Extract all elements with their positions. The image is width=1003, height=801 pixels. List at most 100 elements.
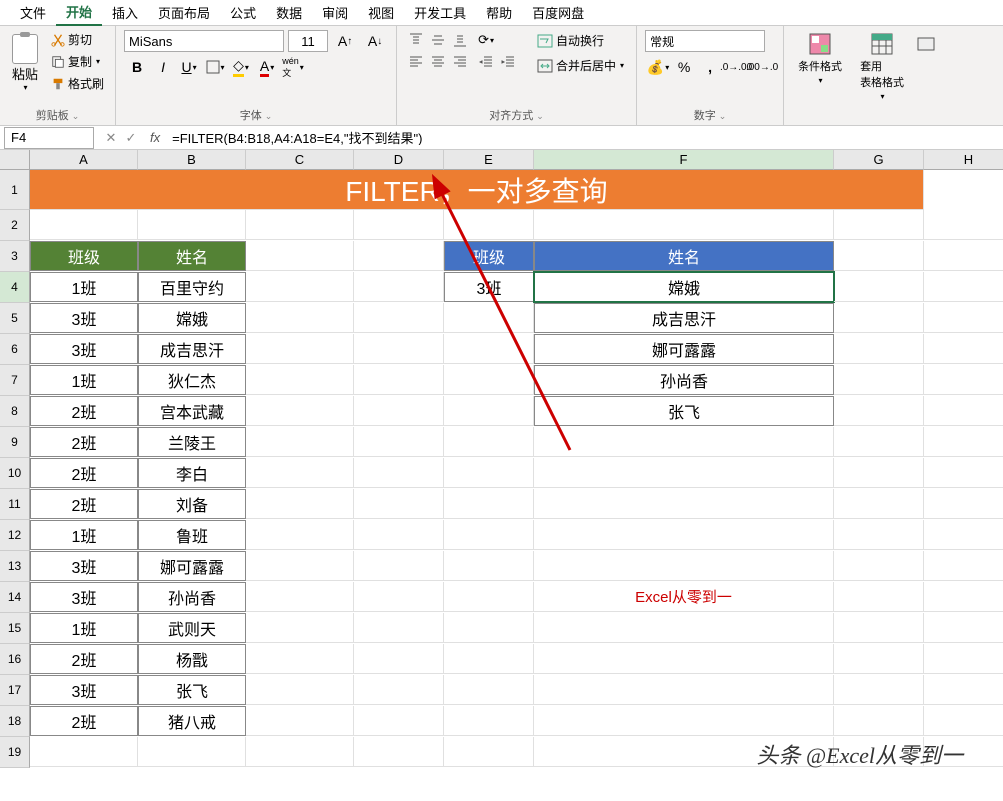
cell-F3[interactable]: 姓名 (534, 241, 834, 271)
menu-文件[interactable]: 文件 (10, 0, 56, 25)
cell-E18[interactable] (444, 706, 534, 736)
cell-C9[interactable] (246, 427, 354, 457)
menu-数据[interactable]: 数据 (266, 0, 312, 25)
cell-G12[interactable] (834, 520, 924, 550)
menu-视图[interactable]: 视图 (358, 0, 404, 25)
cell-B6[interactable]: 成吉思汗 (138, 334, 246, 364)
font-color-button[interactable]: A▾ (254, 56, 280, 78)
cell-F8[interactable]: 张飞 (534, 396, 834, 426)
align-right-button[interactable] (449, 52, 471, 72)
cell-B9[interactable]: 兰陵王 (138, 427, 246, 457)
cell-E11[interactable] (444, 489, 534, 519)
cell-H14[interactable] (924, 582, 1003, 612)
cell-H4[interactable] (924, 272, 1003, 302)
name-box[interactable] (4, 127, 94, 149)
cell-A2[interactable] (30, 210, 138, 240)
row-header-1[interactable]: 1 (0, 170, 30, 210)
row-header-9[interactable]: 9 (0, 427, 30, 458)
col-header-B[interactable]: B (138, 150, 246, 170)
cell-F2[interactable] (534, 210, 834, 240)
cell-D10[interactable] (354, 458, 444, 488)
cell-A8[interactable]: 2班 (30, 396, 138, 426)
cell-D17[interactable] (354, 675, 444, 705)
cut-button[interactable]: 剪切 (48, 30, 107, 49)
cell-B10[interactable]: 李白 (138, 458, 246, 488)
row-header-11[interactable]: 11 (0, 489, 30, 520)
cell-G17[interactable] (834, 675, 924, 705)
align-bottom-button[interactable] (449, 30, 471, 50)
cell-F12[interactable] (534, 520, 834, 550)
row-header-8[interactable]: 8 (0, 396, 30, 427)
cell-F13[interactable] (534, 551, 834, 581)
align-top-button[interactable] (405, 30, 427, 50)
cell-H8[interactable] (924, 396, 1003, 426)
cell-H18[interactable] (924, 706, 1003, 736)
cell-H11[interactable] (924, 489, 1003, 519)
cell-B4[interactable]: 百里守约 (138, 272, 246, 302)
cell-B11[interactable]: 刘备 (138, 489, 246, 519)
cell-A18[interactable]: 2班 (30, 706, 138, 736)
cell-B8[interactable]: 宫本武藏 (138, 396, 246, 426)
cell-H15[interactable] (924, 613, 1003, 643)
cell-E5[interactable] (444, 303, 534, 333)
cell-A3[interactable]: 班级 (30, 241, 138, 271)
col-header-D[interactable]: D (354, 150, 444, 170)
row-header-16[interactable]: 16 (0, 644, 30, 675)
align-left-button[interactable] (405, 52, 427, 72)
decrease-decimal-button[interactable]: .00→.0 (749, 56, 775, 78)
cell-C5[interactable] (246, 303, 354, 333)
cell-G15[interactable] (834, 613, 924, 643)
cell-C3[interactable] (246, 241, 354, 271)
cell-B3[interactable]: 姓名 (138, 241, 246, 271)
cell-B13[interactable]: 娜可露露 (138, 551, 246, 581)
row-header-10[interactable]: 10 (0, 458, 30, 489)
menu-审阅[interactable]: 审阅 (312, 0, 358, 25)
cell-G2[interactable] (834, 210, 924, 240)
cell-E16[interactable] (444, 644, 534, 674)
cell-H13[interactable] (924, 551, 1003, 581)
font-name-input[interactable] (124, 30, 284, 52)
cell-D3[interactable] (354, 241, 444, 271)
row-header-3[interactable]: 3 (0, 241, 30, 272)
cell-E6[interactable] (444, 334, 534, 364)
cell-G11[interactable] (834, 489, 924, 519)
cell-D15[interactable] (354, 613, 444, 643)
cell-E7[interactable] (444, 365, 534, 395)
decrease-font-button[interactable]: A↓ (362, 30, 388, 52)
cell-B7[interactable]: 狄仁杰 (138, 365, 246, 395)
cell-F17[interactable] (534, 675, 834, 705)
row-header-4[interactable]: 4 (0, 272, 30, 303)
cell-C13[interactable] (246, 551, 354, 581)
border-button[interactable]: ▾ (202, 56, 228, 78)
cell-E3[interactable]: 班级 (444, 241, 534, 271)
accounting-format-button[interactable]: 💰▾ (645, 56, 671, 78)
cell-C15[interactable] (246, 613, 354, 643)
cell-F14[interactable]: Excel从零到一 (534, 582, 834, 612)
cell-E14[interactable] (444, 582, 534, 612)
align-center-button[interactable] (427, 52, 449, 72)
cell-G13[interactable] (834, 551, 924, 581)
confirm-formula-button[interactable]: ✓ (122, 130, 140, 146)
cell-A9[interactable]: 2班 (30, 427, 138, 457)
cell-G6[interactable] (834, 334, 924, 364)
col-header-G[interactable]: G (834, 150, 924, 170)
cell-D8[interactable] (354, 396, 444, 426)
cell-F6[interactable]: 娜可露露 (534, 334, 834, 364)
cell-H5[interactable] (924, 303, 1003, 333)
cell-C19[interactable] (246, 737, 354, 767)
cell-A12[interactable]: 1班 (30, 520, 138, 550)
menu-开发工具[interactable]: 开发工具 (404, 0, 476, 25)
cell-C16[interactable] (246, 644, 354, 674)
cell-H17[interactable] (924, 675, 1003, 705)
cell-G18[interactable] (834, 706, 924, 736)
cell-A11[interactable]: 2班 (30, 489, 138, 519)
percent-button[interactable]: % (671, 56, 697, 78)
merge-center-button[interactable]: 合并后居中▾ (533, 55, 628, 76)
cell-D6[interactable] (354, 334, 444, 364)
cell-C10[interactable] (246, 458, 354, 488)
menu-插入[interactable]: 插入 (102, 0, 148, 25)
col-header-H[interactable]: H (924, 150, 1003, 170)
cell-D7[interactable] (354, 365, 444, 395)
cell-F18[interactable] (534, 706, 834, 736)
cell-H16[interactable] (924, 644, 1003, 674)
